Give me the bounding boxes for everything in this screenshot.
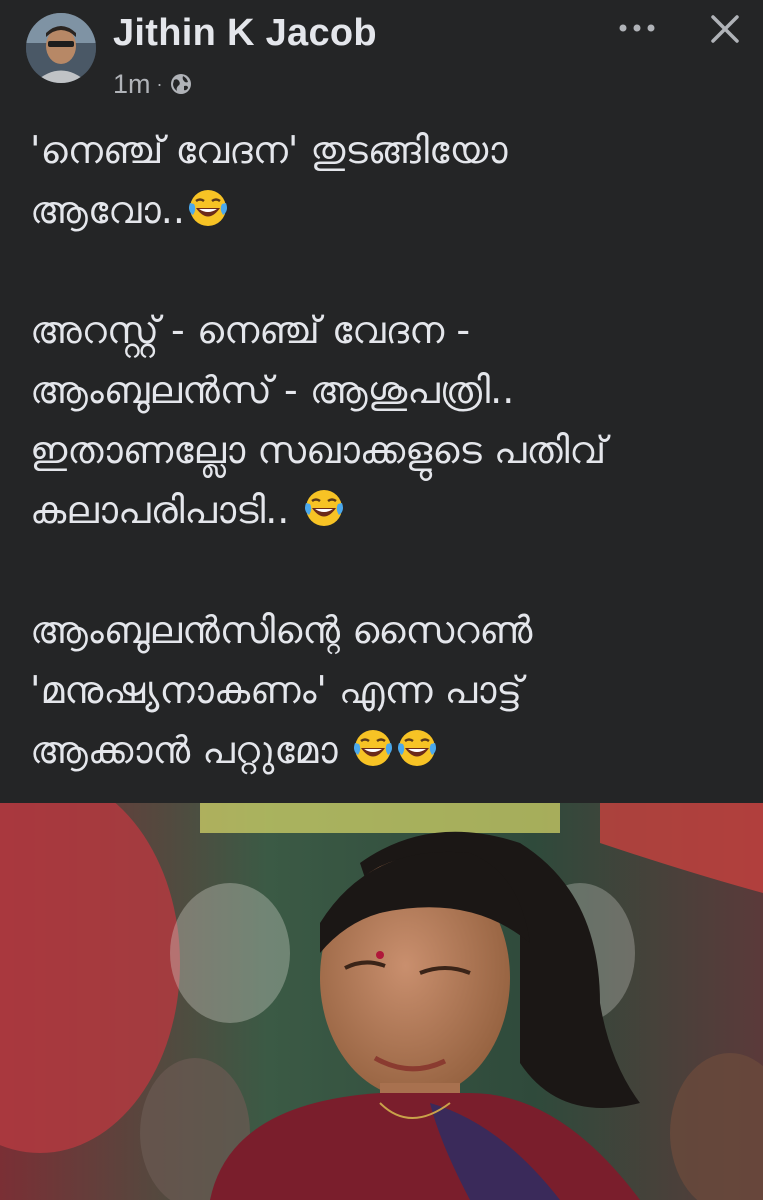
meta-separator: ·: [156, 73, 163, 94]
post-line: ആവോ..: [30, 180, 740, 240]
post-line: ആംബുലൻസിന്റെ സൈറൺ: [30, 608, 533, 652]
avatar-image: [26, 13, 96, 83]
avatar[interactable]: [26, 13, 96, 83]
post-time[interactable]: 1m: [113, 69, 151, 100]
post-text: 'നെഞ്ച് വേദന' തുടങ്ങിയോ ആവോ.. അറസ്റ്റ് -…: [30, 120, 740, 780]
globe-icon[interactable]: [169, 72, 193, 96]
post-meta: 1m ·: [113, 68, 193, 100]
post-photo[interactable]: [0, 803, 763, 1200]
face-with-tears-of-joy-icon: [353, 730, 392, 766]
close-icon: [711, 15, 739, 43]
face-with-tears-of-joy-icon: [397, 730, 436, 766]
post-line: കലാപരിപാടി..: [30, 480, 740, 540]
post-line: 'മനുഷ്യനാകണം' എന്ന പാട്ട്: [30, 668, 523, 712]
post-header: Jithin K Jacob 1m ·: [0, 0, 763, 108]
post-line: ഇതാണല്ലോ സഖാക്കളുടെ പതിവ്: [30, 428, 607, 472]
more-options-button[interactable]: [612, 8, 662, 48]
close-button[interactable]: [700, 4, 750, 54]
post-line: ആക്കാൻ പറ്റുമോ: [30, 720, 740, 780]
author-name[interactable]: Jithin K Jacob: [113, 12, 377, 55]
more-horizontal-icon: [619, 24, 655, 32]
post-line: ആംബുലൻസ് - ആശുപത്രി..: [30, 368, 515, 412]
post-line: അറസ്റ്റ് - നെഞ്ച് വേദന -: [30, 308, 471, 352]
face-with-tears-of-joy-icon: [188, 190, 227, 226]
post-photo-image: [0, 803, 763, 1200]
post-line: 'നെഞ്ച് വേദന' തുടങ്ങിയോ: [30, 128, 508, 172]
face-with-tears-of-joy-icon: [305, 490, 344, 526]
